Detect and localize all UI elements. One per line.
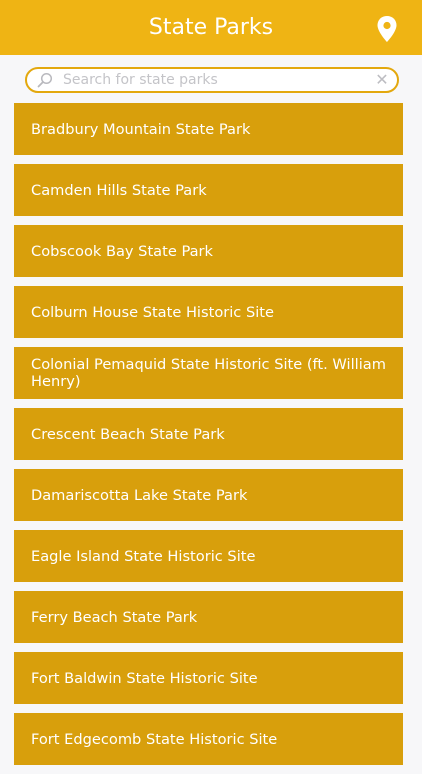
park-name-label: Colonial Pemaquid State Historic Site (f… xyxy=(31,356,386,390)
search-input[interactable] xyxy=(63,69,363,91)
park-list-item[interactable]: Colonial Pemaquid State Historic Site (f… xyxy=(14,347,403,399)
park-list-item[interactable]: Camden Hills State Park xyxy=(14,164,403,216)
app-header: State Parks xyxy=(0,0,422,55)
park-name-label: Bradbury Mountain State Park xyxy=(31,120,251,138)
park-list-item[interactable]: Eagle Island State Historic Site xyxy=(14,530,403,582)
park-name-label: Ferry Beach State Park xyxy=(31,608,198,626)
park-list-item[interactable]: Fort Edgecomb State Historic Site xyxy=(14,713,403,765)
park-list: Bradbury Mountain State Park Camden Hills… xyxy=(14,103,403,774)
park-list-item[interactable]: Ferry Beach State Park xyxy=(14,591,403,643)
park-list-item[interactable]: Bradbury Mountain State Park xyxy=(14,103,403,155)
magnifier-icon xyxy=(37,72,53,88)
park-name-label: Eagle Island State Historic Site xyxy=(31,547,256,565)
park-list-item[interactable]: Crescent Beach State Park xyxy=(14,408,403,460)
park-name-label: Camden Hills State Park xyxy=(31,181,207,199)
page-title: State Parks xyxy=(148,15,274,40)
park-list-item[interactable]: Cobscook Bay State Park xyxy=(14,225,403,277)
park-name-label: Damariscotta Lake State Park xyxy=(31,486,248,504)
park-name-label: Cobscook Bay State Park xyxy=(31,242,213,260)
map-pin-icon[interactable] xyxy=(375,15,399,43)
park-list-item[interactable]: Fort Baldwin State Historic Site xyxy=(14,652,403,704)
clear-x-icon[interactable]: ✕ xyxy=(375,70,389,90)
search-bar[interactable]: ✕ xyxy=(25,67,399,93)
park-name-label: Fort Edgecomb State Historic Site xyxy=(31,730,278,748)
park-name-label: Crescent Beach State Park xyxy=(31,425,225,443)
park-list-item[interactable]: Colburn House State Historic Site xyxy=(14,286,403,338)
park-name-label: Colburn House State Historic Site xyxy=(31,303,274,321)
park-name-label: Fort Baldwin State Historic Site xyxy=(31,669,258,687)
park-list-item[interactable]: Damariscotta Lake State Park xyxy=(14,469,403,521)
